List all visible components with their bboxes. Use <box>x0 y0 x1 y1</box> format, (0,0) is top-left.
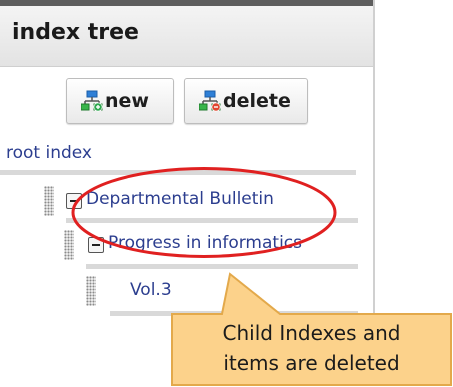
panel-header: index tree <box>0 6 373 67</box>
highlight-ellipse <box>71 167 337 258</box>
new-button[interactable]: new <box>66 78 174 124</box>
callout-line-1: Child Indexes and <box>222 321 401 345</box>
index-tree-panel: index tree new delete root index Departm… <box>0 0 375 318</box>
tree-root-link[interactable]: root index <box>6 143 92 163</box>
tree-node-vol3[interactable]: Vol.3 <box>130 280 172 300</box>
delete-button-label: delete <box>223 90 291 112</box>
callout-text: Child Indexes and items are deleted <box>170 318 453 378</box>
callout-line-2: items are deleted <box>223 351 400 375</box>
separator <box>86 264 358 269</box>
tree-delete-icon <box>199 90 221 112</box>
tree-guide-dots <box>86 276 96 306</box>
panel-title: index tree <box>12 20 139 45</box>
tree-add-icon <box>81 90 103 112</box>
delete-button[interactable]: delete <box>184 78 308 124</box>
new-button-label: new <box>105 90 149 112</box>
tree-guide-dots <box>44 186 54 216</box>
